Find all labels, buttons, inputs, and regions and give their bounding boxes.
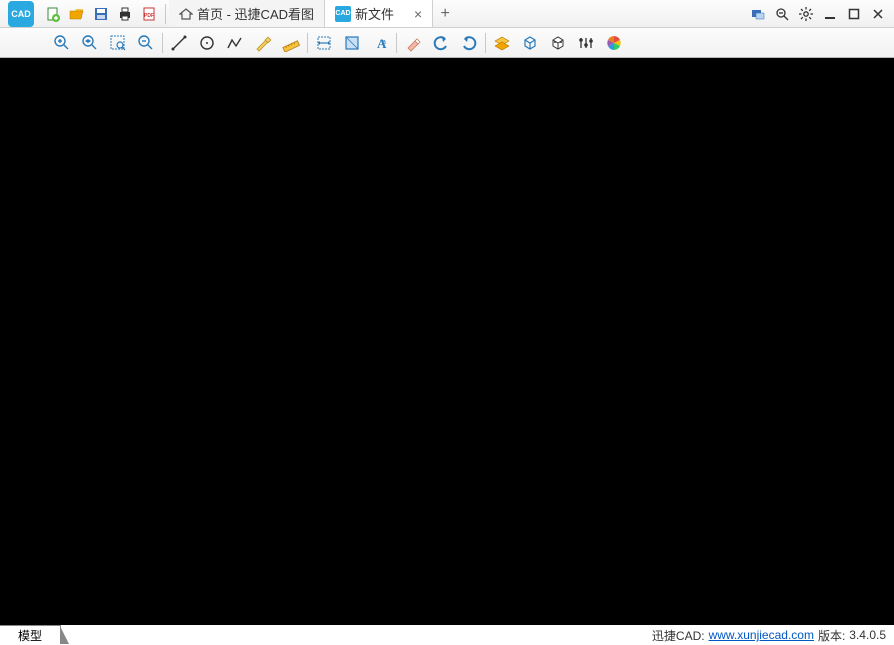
model-tab[interactable]: 模型 [0, 625, 61, 644]
block-button[interactable] [548, 33, 568, 53]
undo-button[interactable] [431, 33, 451, 53]
3d-view-button[interactable] [520, 33, 540, 53]
tab-home[interactable]: 首页 - 迅捷CAD看图 [169, 0, 325, 27]
settings-tool[interactable] [576, 33, 596, 53]
text-tool[interactable]: Aa [370, 33, 390, 53]
feedback-icon[interactable] [750, 6, 766, 22]
eraser-tool[interactable] [403, 33, 423, 53]
highlight-tool[interactable] [253, 33, 273, 53]
cad-doc-icon: CAD [335, 6, 351, 22]
layers-button[interactable] [492, 33, 512, 53]
status-link[interactable]: www.xunjiecad.com [709, 628, 814, 642]
measure-tool[interactable] [281, 33, 301, 53]
new-tab-button[interactable]: + [433, 0, 457, 27]
svg-text:PDF: PDF [144, 13, 154, 19]
maximize-button[interactable] [846, 6, 862, 22]
status-version-label: 版本: [818, 627, 845, 644]
tab-active[interactable]: CAD 新文件 × [325, 0, 433, 27]
zoom-window-tool[interactable] [108, 33, 128, 53]
open-file-button[interactable] [68, 5, 86, 23]
home-icon [179, 7, 193, 21]
model-tab-label: 模型 [18, 629, 42, 643]
tab-active-label: 新文件 [355, 4, 394, 23]
circle-tool[interactable] [197, 33, 217, 53]
area-tool[interactable] [342, 33, 362, 53]
save-button[interactable] [92, 5, 110, 23]
zoom-out-tool[interactable] [136, 33, 156, 53]
redo-button[interactable] [459, 33, 479, 53]
zoom-in-tool[interactable] [52, 33, 72, 53]
close-button[interactable] [870, 6, 886, 22]
tab-home-label: 首页 - 迅捷CAD看图 [197, 4, 314, 23]
status-brand: 迅捷CAD: [652, 627, 705, 644]
print-button[interactable] [116, 5, 134, 23]
export-pdf-button[interactable]: PDF [140, 5, 158, 23]
settings-button[interactable] [798, 6, 814, 22]
separator [165, 4, 166, 24]
new-file-button[interactable] [44, 5, 62, 23]
status-version: 3.4.0.5 [849, 628, 886, 642]
status-bar: 迅捷CAD: www.xunjiecad.com 版本: 3.4.0.5 [652, 627, 894, 644]
zoom-out-icon[interactable] [774, 6, 790, 22]
dimension-tool[interactable] [314, 33, 334, 53]
app-logo: CAD [2, 1, 40, 27]
tab-close-button[interactable]: × [414, 6, 422, 22]
polyline-tool[interactable] [225, 33, 245, 53]
zoom-extents-tool[interactable] [80, 33, 100, 53]
minimize-button[interactable] [822, 6, 838, 22]
color-wheel-button[interactable] [604, 33, 624, 53]
svg-text:a: a [382, 39, 386, 46]
drawing-canvas[interactable] [0, 58, 894, 625]
line-tool[interactable] [169, 33, 189, 53]
